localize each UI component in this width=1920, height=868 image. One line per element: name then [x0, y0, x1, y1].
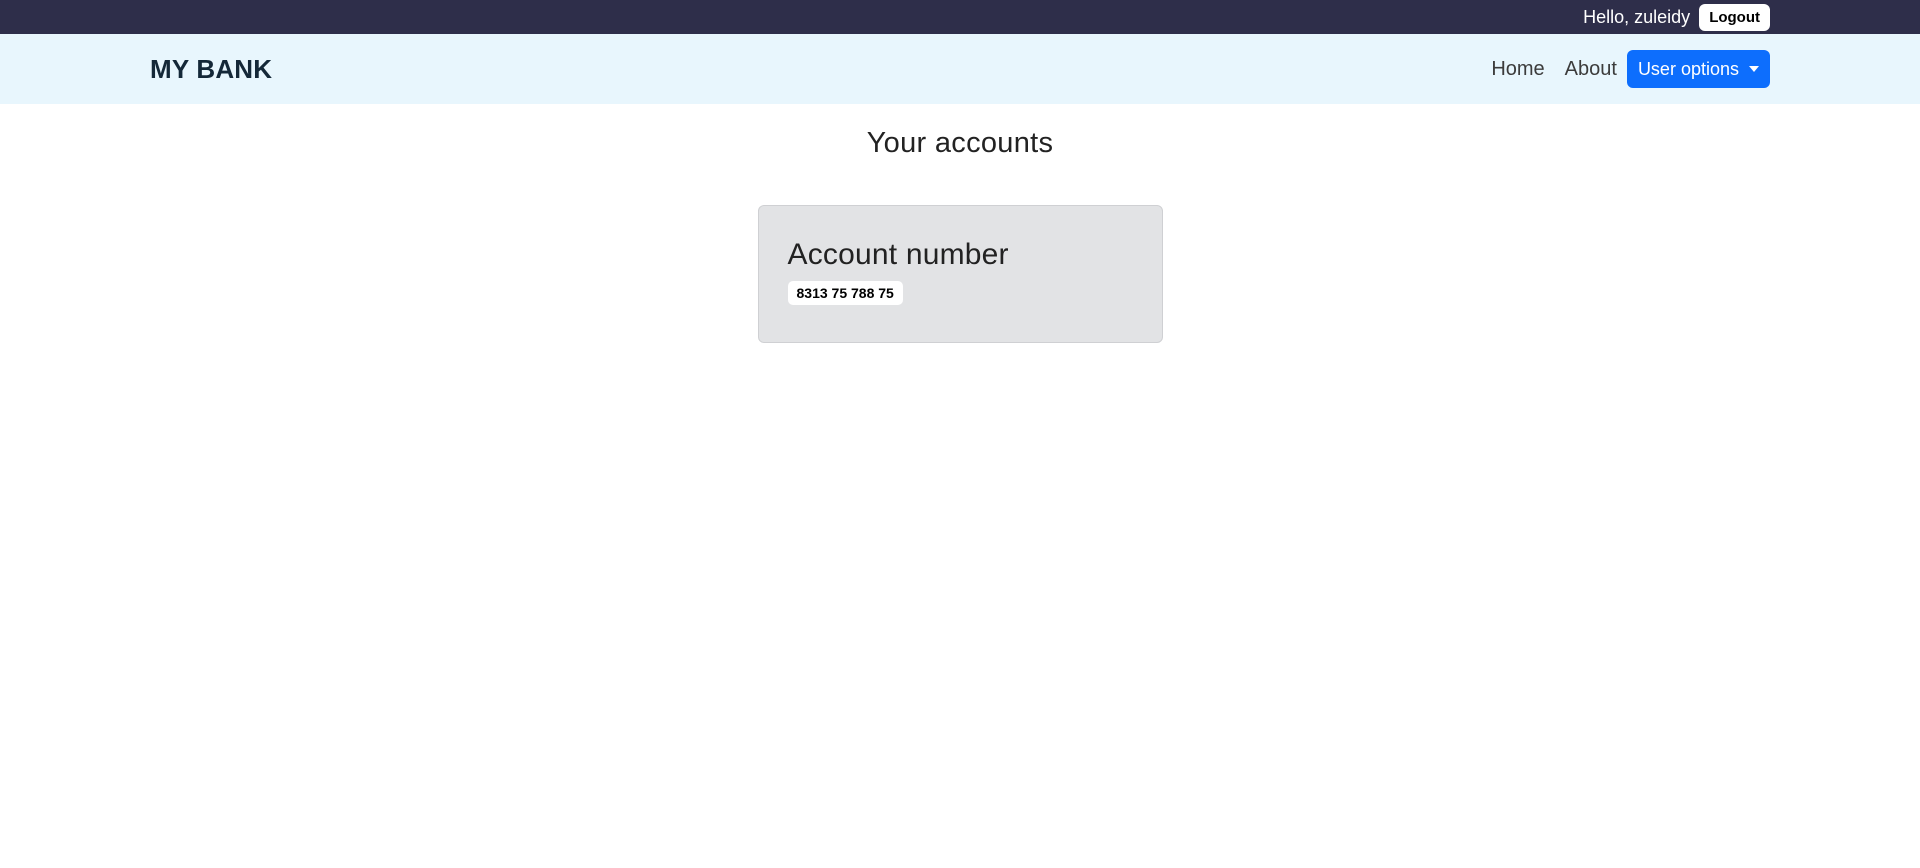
user-greeting: Hello, zuleidy	[1583, 6, 1691, 27]
caret-down-icon	[1749, 66, 1759, 72]
logout-button[interactable]: Logout	[1699, 3, 1770, 31]
nav-links: Home About User options	[1491, 50, 1770, 88]
nav-link-about[interactable]: About	[1565, 58, 1617, 81]
nav-link-home[interactable]: Home	[1491, 58, 1544, 81]
main-navbar: MY BANK Home About User options	[0, 34, 1920, 104]
main-content: Your accounts Account number 8313 75 788…	[0, 104, 1920, 343]
top-bar: Hello, zuleidy Logout	[0, 0, 1920, 34]
account-card[interactable]: Account number 8313 75 788 75	[757, 205, 1163, 343]
user-options-dropdown[interactable]: User options	[1626, 50, 1770, 88]
page-title: Your accounts	[866, 127, 1054, 159]
account-number-badge: 8313 75 788 75	[787, 281, 903, 305]
user-options-label: User options	[1637, 58, 1739, 79]
account-card-heading: Account number	[787, 238, 1009, 271]
brand-logo[interactable]: MY BANK	[150, 54, 272, 85]
